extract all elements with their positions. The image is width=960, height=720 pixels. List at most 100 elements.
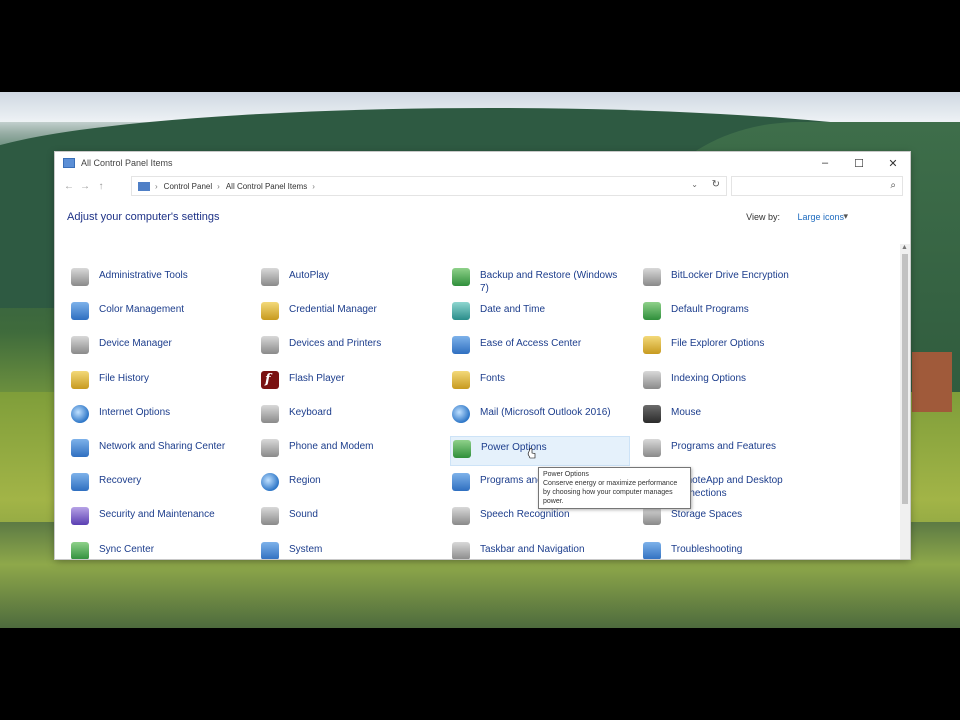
control-panel-item[interactable]: Default Programs <box>641 299 821 329</box>
letterbox-bottom <box>0 628 960 720</box>
control-panel-item-label: Ease of Access Center <box>480 338 582 350</box>
control-panel-item[interactable]: Internet Options <box>69 402 249 432</box>
control-panel-item-label: File History <box>99 372 150 384</box>
control-panel-item[interactable]: Security and Maintenance <box>69 504 249 534</box>
breadcrumb-separator: › <box>155 181 158 191</box>
default-programs-icon <box>643 302 661 321</box>
control-panel-item[interactable]: AutoPlay <box>259 265 439 295</box>
device-manager-icon <box>71 336 89 355</box>
control-panel-item-label: Administrative Tools <box>99 270 188 281</box>
control-panel-item[interactable]: Sound <box>259 504 439 534</box>
date-time-icon <box>452 302 470 321</box>
control-panel-item[interactable]: Sync Center <box>69 539 249 559</box>
breadcrumb-all-items[interactable]: All Control Panel Items <box>226 182 307 191</box>
control-panel-item-label: Date and Time <box>480 304 546 316</box>
mouse-cursor-icon <box>527 448 536 459</box>
control-panel-item[interactable]: Indexing Options <box>641 368 821 398</box>
breadcrumb-separator: › <box>217 181 220 191</box>
control-panel-icon <box>63 158 75 168</box>
control-panel-item[interactable]: Devices and Printers <box>259 333 439 363</box>
control-panel-item[interactable]: Administrative Tools <box>69 265 249 295</box>
control-panel-item[interactable]: BitLocker Drive Encryption <box>641 265 821 295</box>
control-panel-window: All Control Panel Items – ☐ ✕ ← → ↑ › Co… <box>55 152 910 559</box>
address-box[interactable]: › Control Panel › All Control Panel Item… <box>131 176 727 196</box>
control-panel-item-label: Recovery <box>99 475 142 487</box>
control-panel-small-icon <box>138 181 150 191</box>
search-icon[interactable]: ⌕ <box>890 180 896 191</box>
control-panel-item-label: Sync Center <box>99 543 155 555</box>
control-panel-item[interactable]: Phone and Modem <box>259 436 439 466</box>
control-panel-item-label: Mouse <box>671 406 702 418</box>
chevron-down-icon[interactable]: ▾ <box>843 211 848 222</box>
control-panel-item-label: File Explorer Options <box>671 338 765 350</box>
control-panel-item-label: Troubleshooting <box>671 543 743 555</box>
tooltip-text: Conserve energy or maximize performance … <box>543 480 678 505</box>
refresh-icon[interactable]: ↻ <box>712 179 720 190</box>
control-panel-item[interactable]: System <box>259 539 439 559</box>
system-icon <box>261 541 279 559</box>
control-panel-item[interactable]: File Explorer Options <box>641 333 821 363</box>
control-panel-item[interactable]: Network and Sharing Center <box>69 436 249 466</box>
control-panel-item[interactable]: Ease of Access Center <box>450 333 630 363</box>
bitlocker-icon <box>643 268 661 286</box>
control-panel-item[interactable]: Programs and Features <box>641 436 821 466</box>
fonts-icon <box>452 370 470 389</box>
address-dropdown-icon[interactable]: ⌄ <box>691 180 698 189</box>
control-panel-item[interactable]: Device Manager <box>69 333 249 363</box>
control-panel-item-label: Network and Sharing Center <box>99 441 226 452</box>
control-panel-item[interactable]: Taskbar and Navigation <box>450 539 630 559</box>
control-panel-item-label: Mail (Microsoft Outlook 2016) <box>480 406 611 418</box>
control-panel-item-label: Fonts <box>480 372 506 384</box>
search-input[interactable]: ⌕ <box>731 176 903 196</box>
view-by-label: View by: <box>746 212 780 222</box>
control-panel-item[interactable]: Date and Time <box>450 299 630 329</box>
admin-tools-icon <box>71 268 89 286</box>
control-panel-item[interactable]: Troubleshooting <box>641 539 821 559</box>
control-panel-item[interactable]: Backup and Restore (Windows 7) <box>450 265 630 295</box>
control-panel-item[interactable]: Keyboard <box>259 402 439 432</box>
control-panel-item-label: Flash Player <box>289 372 345 384</box>
control-panel-item[interactable]: Mail (Microsoft Outlook 2016) <box>450 402 630 432</box>
maximize-button[interactable]: ☐ <box>842 152 876 174</box>
control-panel-item-label: Keyboard <box>289 406 332 418</box>
scroll-thumb[interactable] <box>902 254 908 504</box>
control-panel-item-label: Default Programs <box>671 304 749 316</box>
file-history-icon <box>71 370 89 389</box>
control-panel-item-label: Internet Options <box>99 406 171 418</box>
control-panel-item-label: Taskbar and Navigation <box>480 543 585 555</box>
control-panel-item[interactable]: Credential Manager <box>259 299 439 329</box>
mouse-icon <box>643 404 661 423</box>
minimize-button[interactable]: – <box>808 152 842 174</box>
internet-options-icon <box>71 404 89 423</box>
control-panel-item[interactable]: Mouse <box>641 402 821 432</box>
registry-icon <box>452 473 470 492</box>
nav-arrows: ← → ↑ <box>61 178 109 194</box>
control-panel-item[interactable]: Power Options <box>450 436 630 466</box>
view-by-dropdown[interactable]: Large icons <box>797 212 844 222</box>
control-panel-item[interactable]: f Flash Player <box>259 368 439 398</box>
recovery-icon <box>71 473 89 492</box>
control-panel-item[interactable]: File History <box>69 368 249 398</box>
keyboard-icon <box>261 404 279 423</box>
flash-player-icon: f <box>261 370 279 389</box>
network-icon <box>71 439 89 457</box>
control-panel-item-label: Color Management <box>99 304 185 316</box>
back-arrow-icon[interactable]: ← <box>61 178 77 194</box>
control-panel-item-label: Sound <box>289 509 318 521</box>
forward-arrow-icon[interactable]: → <box>77 178 93 194</box>
title-bar[interactable]: All Control Panel Items – ☐ ✕ <box>55 152 910 174</box>
control-panel-item-label: Devices and Printers <box>289 338 382 350</box>
storage-spaces-icon <box>643 507 661 526</box>
mail-icon <box>452 404 470 423</box>
control-panel-item-label: BitLocker Drive Encryption <box>671 270 789 281</box>
control-panel-item[interactable]: Recovery <box>69 470 249 500</box>
control-panel-item[interactable]: Fonts <box>450 368 630 398</box>
breadcrumb-control-panel[interactable]: Control Panel <box>164 182 212 191</box>
control-panel-item[interactable]: Region <box>259 470 439 500</box>
vertical-scrollbar[interactable]: ▲ <box>900 244 910 559</box>
scroll-up-arrow-icon[interactable]: ▲ <box>901 244 908 251</box>
control-panel-item[interactable]: Color Management <box>69 299 249 329</box>
ease-of-access-icon <box>452 336 470 355</box>
close-button[interactable]: ✕ <box>876 152 910 174</box>
up-arrow-icon[interactable]: ↑ <box>93 178 109 194</box>
